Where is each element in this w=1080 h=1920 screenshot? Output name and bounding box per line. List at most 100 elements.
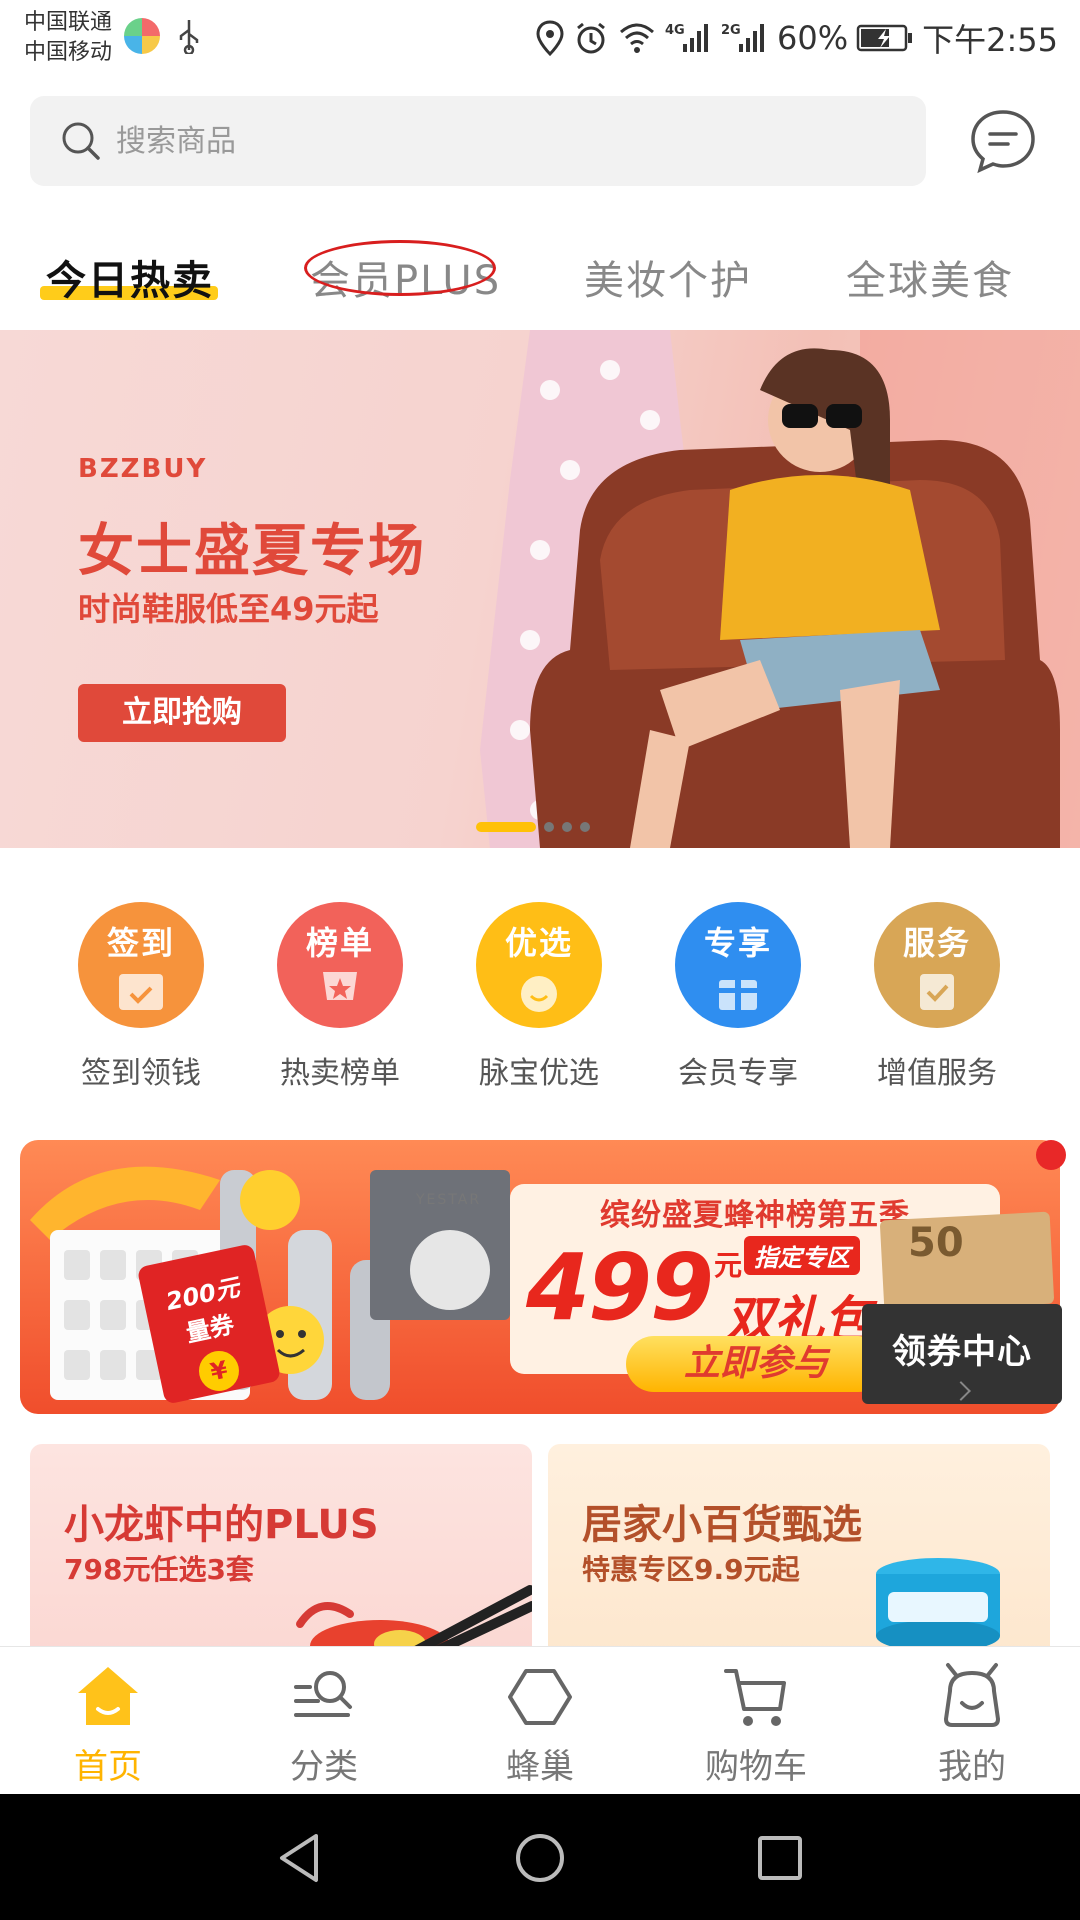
buy-now-button[interactable]: 立即抢购 [78,684,286,742]
carousel-dot [562,822,572,832]
checkin-icon: 签到 [78,902,204,1028]
network-1-label: 4G [665,23,685,38]
bee-face-icon [521,976,557,1012]
tab-label: 美妆个护 [584,258,752,304]
quick-link-ranking[interactable]: 榜单 热卖榜单 [240,902,440,1092]
carousel-dot-active [476,822,536,832]
quick-badge: 榜单 [305,924,374,962]
quick-badge: 专享 [703,924,772,962]
card-subtitle: 798元任选3套 [64,1553,254,1586]
bottom-navigation: 首页 分类 蜂巢 购物车 我的 [0,1646,1080,1794]
cart-icon [724,1669,786,1726]
household-product-image [876,1558,1000,1652]
clock: 下午2:55 [922,21,1058,59]
search-bar[interactable] [30,96,926,186]
message-icon[interactable] [968,106,1038,176]
back-icon[interactable] [272,1830,328,1886]
category-tabs: 今日热卖 会员PLUS 美妆个护 全球美食 [0,226,1080,322]
quick-label: 增值服务 [877,1056,997,1091]
gift-box-icon [719,980,757,1010]
system-navigation-bar [0,1794,1080,1920]
tab-global-food[interactable]: 全球美食 [846,248,1014,306]
quick-label: 热卖榜单 [280,1056,400,1091]
coupon-ticket-value: 50 [908,1220,964,1266]
coupon-center-label: 领券中心 [892,1332,1032,1372]
home-circle-icon[interactable] [512,1830,568,1886]
quick-label: 会员专享 [678,1056,798,1091]
carousel-dot [544,822,554,832]
nav-label: 首页 [74,1747,142,1787]
profile-icon [943,1663,1001,1727]
card-subtitle: 特惠专区9.9元起 [582,1553,800,1586]
trophy-icon: 榜单 [277,902,403,1028]
hero-banner[interactable]: BZZBUY 女士盛夏专场 时尚鞋服低至49元起 立即抢购 [0,330,1080,848]
quick-badge: 服务 [902,924,971,962]
tab-label: 全球美食 [846,258,1014,304]
signal-4g-icon: 4G [665,23,708,52]
chevron-right-icon [951,1381,971,1401]
search-icon [62,122,100,160]
battery-percent: 60% [777,19,849,57]
search-input[interactable] [116,123,816,159]
carrier-1: 中国联通 [24,10,113,35]
promo-price-unit: 元 [714,1249,743,1282]
recents-icon[interactable] [752,1830,808,1886]
card-title: 居家小百货甄选 [582,1502,862,1548]
quick-links: 签到 签到领钱 榜单 热卖榜单 优选 脉宝优选 专享 会员专享 服务 增值服务 [0,848,1080,1118]
clipboard-icon [920,974,954,1010]
carrier-2: 中国移动 [24,40,113,65]
quick-link-service[interactable]: 服务 增值服务 [837,902,1037,1092]
yen-icon: ¥ [195,1347,243,1395]
coupon-center-button[interactable]: 领券中心 [862,1304,1062,1404]
quick-link-member[interactable]: 专享 会员专享 [638,902,838,1092]
home-icon [78,1667,138,1725]
join-now-button[interactable]: 立即参与 [626,1336,886,1392]
category-icon [294,1671,352,1717]
mascot-icon: 优选 [476,902,602,1028]
status-bar: 中国联通 中国移动 4G 2G 60% 下午2:55 [0,0,1080,80]
alarm-icon [577,22,605,54]
carrier-info: 中国联通 中国移动 [24,8,112,68]
quick-badge: 签到 [106,924,175,962]
quick-link-selection[interactable]: 优选 脉宝优选 [439,902,639,1092]
status-icons: 4G 2G 60% 下午2:55 [535,16,1058,60]
network-2-label: 2G [721,23,741,38]
battery-icon [856,24,913,52]
trophy-shape-icon [323,972,357,1000]
promo-zone-tag: 指定专区 [744,1236,860,1275]
nav-cart[interactable]: 购物车 [648,1661,864,1788]
location-icon [536,20,564,56]
household-card[interactable]: 居家小百货甄选 特惠专区9.9元起 [548,1444,1050,1654]
quick-link-checkin[interactable]: 签到 签到领钱 [41,902,241,1092]
nav-profile[interactable]: 我的 [864,1661,1080,1788]
carousel-dot [580,822,590,832]
banner-subtitle: 时尚鞋服低至49元起 [78,590,379,628]
promo-headline: 缤纷盛夏蜂神榜第五季 [600,1198,910,1233]
promo-banner[interactable]: YESTAR 200元 量券 ¥ 缤纷盛夏蜂神榜第五季 499 元 指定专区 双… [20,1140,1066,1414]
tab-beauty-care[interactable]: 美妆个护 [584,248,752,306]
promo-price: 499 [526,1234,714,1341]
calendar-icon [119,974,163,1010]
nav-label: 蜂巢 [506,1747,574,1787]
quick-label: 脉宝优选 [479,1056,599,1091]
banner-brand: BZZBUY [78,454,208,484]
app-notification-icon [124,18,160,54]
tab-today-hot[interactable]: 今日热卖 [46,248,214,306]
nav-category[interactable]: 分类 [216,1661,432,1788]
card-title: 小龙虾中的PLUS [64,1502,379,1548]
coupon-tickets-image [879,1211,1055,1313]
wifi-icon [620,23,654,53]
carousel-indicator [476,822,590,832]
nav-hive[interactable]: 蜂巢 [432,1661,648,1788]
nav-label: 购物车 [705,1747,807,1787]
quick-badge: 优选 [504,924,573,962]
nav-label: 我的 [938,1747,1006,1787]
tab-label: 今日热卖 [46,258,214,304]
product-brand: YESTAR [416,1192,482,1208]
hive-icon [508,1669,572,1725]
nav-label: 分类 [290,1747,358,1787]
nav-home[interactable]: 首页 [0,1661,216,1788]
crayfish-card[interactable]: 小龙虾中的PLUS 798元任选3套 [30,1444,532,1654]
signal-2g-icon: 2G [721,23,764,52]
gift-icon: 专享 [675,902,801,1028]
